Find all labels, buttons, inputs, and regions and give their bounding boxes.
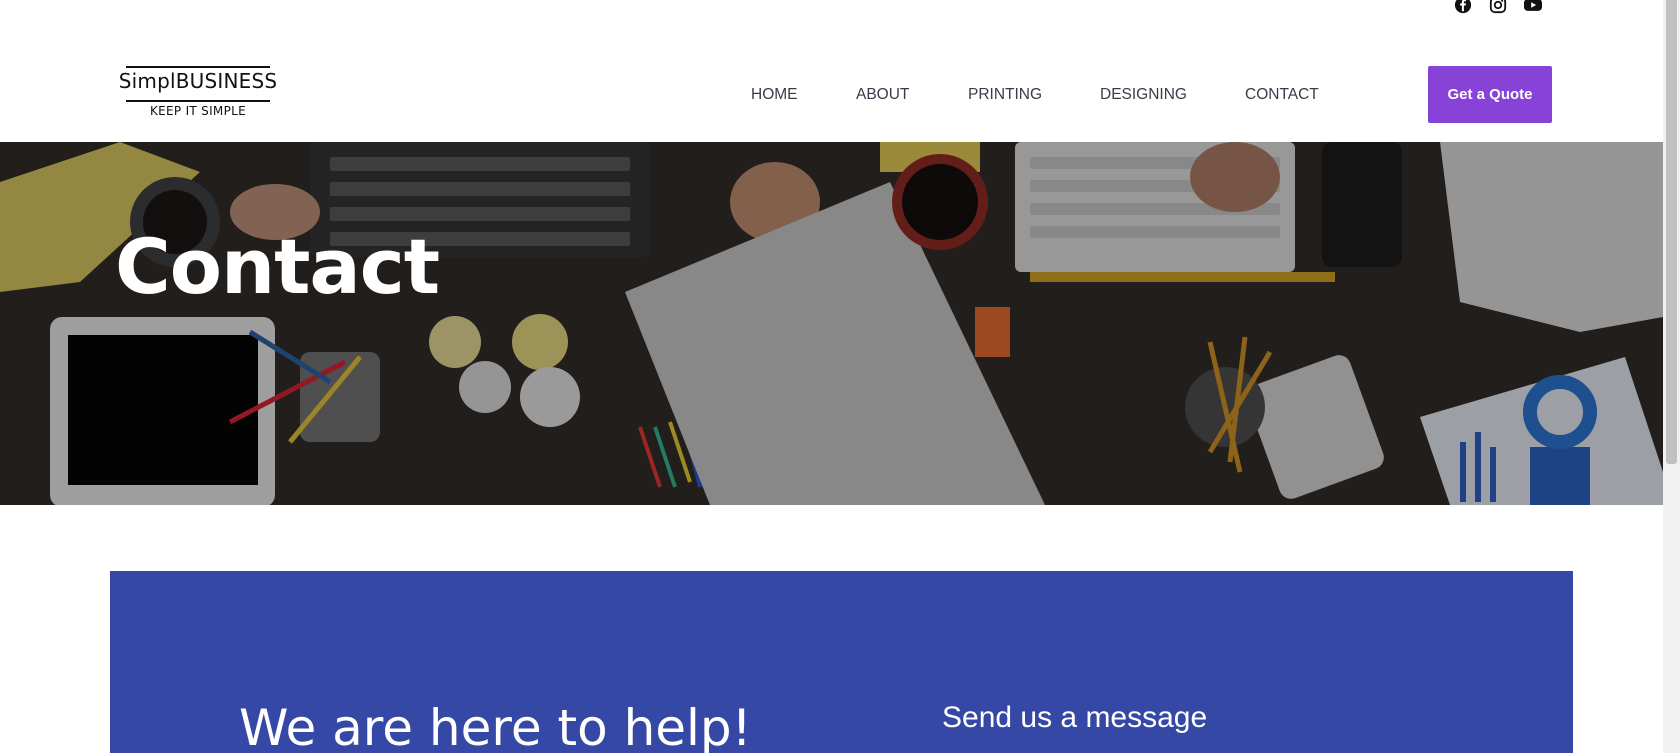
get-a-quote-button[interactable]: Get a Quote	[1428, 66, 1552, 123]
help-heading: We are here to help!	[239, 699, 752, 753]
logo-rule-top	[126, 66, 270, 68]
nav-about[interactable]: ABOUT	[856, 86, 909, 104]
hero-banner: Contact	[0, 142, 1663, 505]
nav-printing[interactable]: PRINTING	[968, 86, 1042, 104]
scrollbar-thumb[interactable]	[1666, 0, 1677, 464]
facebook-icon[interactable]	[1452, 0, 1474, 16]
nav-designing[interactable]: DESIGNING	[1100, 86, 1187, 104]
site-logo[interactable]: SimplBUSINESS KEEP IT SIMPLE	[116, 66, 280, 120]
nav-home[interactable]: HOME	[751, 86, 798, 104]
brand-name: SimplBUSINESS	[118, 69, 278, 93]
page-scrollbar[interactable]	[1663, 0, 1680, 753]
page-title: Contact	[115, 222, 440, 311]
nav-contact[interactable]: CONTACT	[1245, 86, 1319, 104]
message-form-title: Send us a message	[942, 701, 1208, 734]
youtube-icon[interactable]	[1522, 0, 1544, 16]
social-links	[1452, 0, 1544, 16]
hero-overlay	[0, 142, 1663, 505]
logo-rule-bottom	[126, 100, 270, 102]
brand-tagline: KEEP IT SIMPLE	[150, 104, 246, 118]
instagram-icon[interactable]	[1487, 0, 1509, 16]
contact-panel: We are here to help! Send us a message	[110, 571, 1573, 753]
